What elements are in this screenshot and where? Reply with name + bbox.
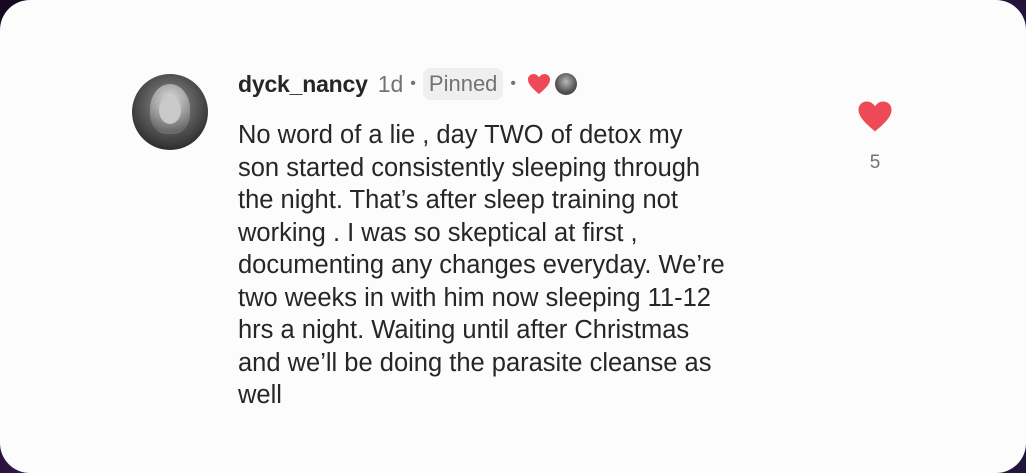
separator-dot: • <box>510 75 517 92</box>
comment-header: dyck_nancy 1d • Pinned • <box>238 66 578 102</box>
pinned-badge: Pinned <box>422 68 504 100</box>
comment-text: No word of a lie , day TWO of detox my s… <box>238 119 838 412</box>
comment-line: son started consistently sleeping throug… <box>238 153 701 182</box>
creator-avatar <box>555 73 578 95</box>
comment-card: dyck_nancy 1d • Pinned • No word of a li… <box>0 0 1026 473</box>
username[interactable]: dyck_nancy <box>238 71 368 98</box>
comment-line: working . I was so skeptical at first , <box>238 218 638 247</box>
creator-liked-heart-icon <box>527 73 551 95</box>
avatar[interactable] <box>132 74 208 150</box>
comment-line: No word of a lie , day TWO of detox my <box>238 121 683 149</box>
like-count[interactable]: 5 <box>856 152 894 174</box>
comment-line: the night. That’s after sleep training n… <box>238 186 678 214</box>
separator-dot: • <box>410 75 416 92</box>
avatar-face <box>159 96 181 124</box>
comment-line: two weeks in with him now sleeping 11-12 <box>238 283 711 312</box>
comment-line: well <box>238 381 282 409</box>
comment-line: hrs a night. Waiting until after Christm… <box>238 316 690 344</box>
comment-line: documenting any changes everyday. We’re <box>238 251 725 279</box>
timestamp: 1d <box>377 70 404 97</box>
comment-line: and we’ll be doing the parasite cleanse … <box>238 348 712 377</box>
like-heart-icon[interactable] <box>856 98 894 134</box>
